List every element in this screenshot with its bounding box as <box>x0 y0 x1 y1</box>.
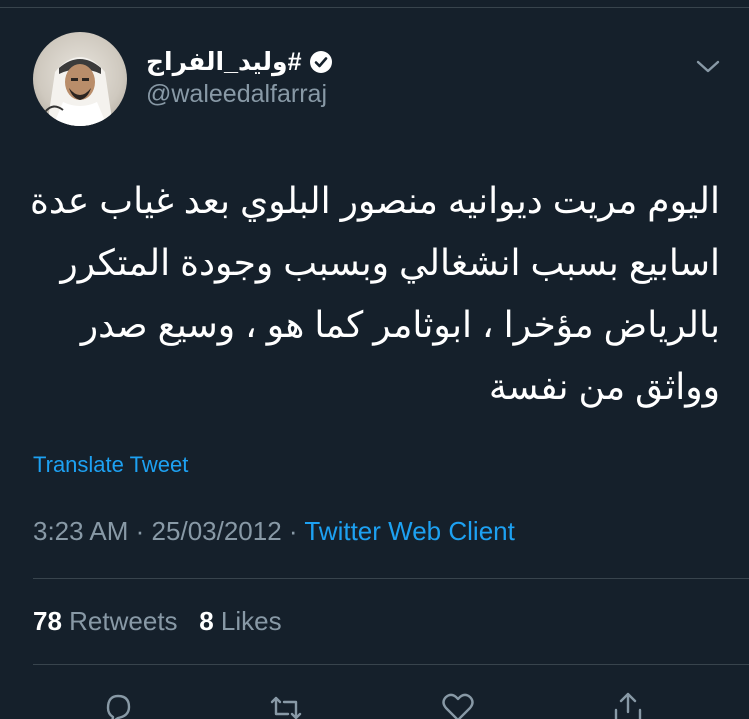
likes-count: 8 <box>199 606 214 636</box>
tweet-line: بالرياض مؤخرا ، ابوثامر كما هو ، وسيع صد… <box>80 304 720 345</box>
retweets-count: 78 <box>33 606 62 636</box>
avatar[interactable] <box>33 32 127 126</box>
tweet-line: وواثق من نفسة <box>488 366 720 407</box>
retweet-icon[interactable] <box>266 688 306 719</box>
tweet-line: اسابيع بسبب انشغالي وبسبب وجودة المتكرر <box>60 242 720 283</box>
divider <box>33 578 749 579</box>
retweets-label: Retweets <box>69 606 178 636</box>
top-divider <box>0 0 749 8</box>
verified-badge-icon <box>309 50 333 74</box>
reply-icon[interactable] <box>98 688 138 719</box>
name-row: #وليد_الفراج <box>146 44 333 80</box>
tweet-text: اليوم مريت ديوانيه منصور البلوي بعد غياب… <box>30 170 720 418</box>
chevron-down-icon[interactable] <box>694 54 722 78</box>
tweet-source-link[interactable]: Twitter Web Client <box>304 516 514 546</box>
display-name[interactable]: #وليد_الفراج <box>146 47 301 77</box>
tweet-line: اليوم مريت ديوانيه منصور البلوي بعد غياب… <box>29 180 720 221</box>
retweets-stat[interactable]: 78 Retweets <box>33 606 178 637</box>
user-handle[interactable]: @waleedalfarraj <box>146 80 327 109</box>
tweet-date[interactable]: 25/03/2012 <box>152 516 282 546</box>
tweet-stats: 78 Retweets 8 Likes <box>33 606 282 637</box>
like-icon[interactable] <box>438 688 478 719</box>
tweet-meta: 3:23 AM · 25/03/2012 · Twitter Web Clien… <box>33 516 515 547</box>
translate-tweet-link[interactable]: Translate Tweet <box>33 452 188 478</box>
share-icon[interactable] <box>608 688 648 719</box>
tweet-time[interactable]: 3:23 AM <box>33 516 128 546</box>
meta-separator: · <box>135 516 145 546</box>
avatar-portrait-icon <box>44 57 113 126</box>
likes-stat[interactable]: 8 Likes <box>199 606 281 637</box>
likes-label: Likes <box>220 606 282 636</box>
divider <box>33 664 749 665</box>
meta-separator: · <box>288 516 298 546</box>
